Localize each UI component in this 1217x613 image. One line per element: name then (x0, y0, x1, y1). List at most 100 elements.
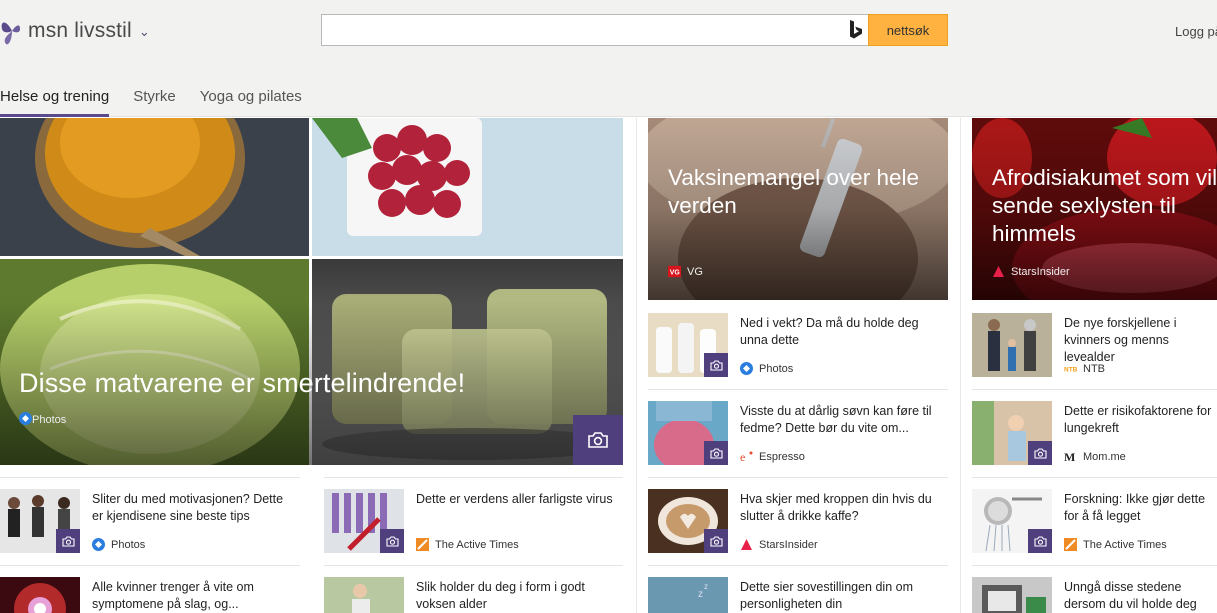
item-title: Hva skjer med kroppen din hvis du slutte… (740, 492, 932, 523)
column-divider (960, 118, 961, 613)
item-thumbnail (324, 577, 404, 613)
svg-text:VG: VG (670, 270, 680, 277)
tab-helse-og-trening[interactable]: Helse og trening (0, 82, 110, 117)
card-source-label: VG (687, 265, 703, 278)
item-title: Dette er verdens aller farligste virus (416, 492, 613, 506)
brand-name: msn livsstil (28, 19, 132, 42)
item-thumbnail (648, 401, 728, 465)
ntb-logo-icon: NTB (1064, 362, 1077, 375)
camera-icon (704, 529, 728, 553)
espresso-icon: e (740, 450, 753, 463)
hero-title[interactable]: Disse matvarene er smertelindrende! (19, 368, 465, 399)
web-search-button[interactable]: nettsøk (868, 14, 948, 46)
starsinsider-icon (992, 265, 1005, 278)
item-thumbnail: z z (648, 577, 728, 613)
item-source: Photos (740, 362, 793, 375)
item-source: Photos (92, 538, 145, 551)
item-source-label: NTB (1083, 362, 1105, 375)
card-source: StarsInsider (992, 265, 1070, 278)
item-title: Dette er risikofaktorene for lungekreft (1064, 404, 1212, 435)
item-source-label: Espresso (759, 450, 805, 463)
item-source: M Mom.me (1064, 450, 1126, 463)
card-title: Afrodisiakumet som vil sende sexlysten t… (992, 165, 1217, 246)
item-source: NTB NTB (1064, 362, 1105, 375)
camera-icon (380, 529, 404, 553)
item-source-label: The Active Times (1083, 538, 1167, 551)
column-divider (636, 118, 637, 613)
category-tabs: Helse og trening Styrke Yoga og pilates (0, 82, 326, 117)
hero-shade (0, 259, 623, 465)
card-title: Vaksinemangel over hele verden (668, 165, 919, 218)
item-title: Dette sier sovestillingen din om personl… (740, 580, 913, 611)
photos-icon (19, 412, 32, 428)
item-thumbnail (972, 401, 1052, 465)
divider (0, 477, 300, 478)
search-input[interactable] (321, 14, 868, 46)
svg-text:z: z (704, 582, 708, 591)
vg-logo-icon: VG (668, 265, 681, 278)
camera-icon (1028, 529, 1052, 553)
item-title: Alle kvinner trenger å vite om symptomen… (92, 580, 254, 611)
divider (648, 477, 948, 478)
item-title: De nye forskjellene i kvinners og menns … (1064, 316, 1177, 364)
item-title: Visste du at dårlig søvn kan føre til fe… (740, 404, 932, 435)
active-times-icon (416, 538, 429, 551)
mom-me-logo-icon: M (1064, 450, 1077, 463)
divider (0, 565, 300, 566)
search-bar: nettsøk (321, 14, 948, 46)
divider (324, 477, 623, 478)
tab-styrke[interactable]: Styrke (133, 82, 176, 117)
svg-text:M: M (1064, 450, 1075, 463)
photos-icon (92, 538, 105, 551)
starsinsider-icon (740, 538, 753, 551)
svg-text:e: e (740, 450, 745, 463)
tab-yoga-og-pilates[interactable]: Yoga og pilates (200, 82, 302, 117)
camera-icon (704, 441, 728, 465)
butterfly-icon (1, 22, 20, 45)
login-link[interactable]: Logg på (1175, 24, 1217, 39)
divider (972, 565, 1217, 566)
item-thumbnail (972, 489, 1052, 553)
item-thumbnail (648, 313, 728, 377)
item-source-label: Mom.me (1083, 450, 1126, 463)
divider (972, 477, 1217, 478)
camera-icon (704, 353, 728, 377)
featured-article-vaccine[interactable]: Vaksinemangel over hele verden VG VG (648, 118, 948, 300)
item-source-label: Photos (111, 538, 146, 551)
camera-icon[interactable] (573, 415, 623, 465)
chevron-down-icon[interactable]: ⌄ (139, 24, 150, 40)
divider (972, 389, 1217, 390)
msn-logo[interactable]: msn livsstil ⌄ (0, 14, 150, 48)
item-title: Sliter du med motivasjonen? Dette er kje… (92, 492, 284, 523)
divider (648, 565, 948, 566)
item-source: The Active Times (1064, 538, 1167, 551)
item-thumbnail (972, 313, 1052, 377)
item-title: Slik holder du deg i form i godt voksen … (416, 580, 585, 611)
featured-article-aphrodisiac[interactable]: Afrodisiakumet som vil sende sexlysten t… (972, 118, 1217, 300)
svg-text:NTB: NTB (1064, 366, 1077, 373)
camera-icon (1028, 441, 1052, 465)
item-thumbnail (0, 489, 80, 553)
bing-icon (850, 20, 862, 39)
item-source-label: StarsInsider (759, 538, 818, 551)
item-title: Ned i vekt? Da må du holde deg unna dett… (740, 316, 919, 347)
item-thumbnail (324, 489, 404, 553)
item-thumbnail (972, 577, 1052, 613)
item-thumbnail (648, 489, 728, 553)
svg-text:z: z (698, 589, 703, 600)
item-source: The Active Times (416, 538, 519, 551)
item-thumbnail (0, 577, 80, 613)
main-content: Disse matvarene er smertelindrende! Phot… (0, 118, 1217, 613)
raspberries-image (312, 118, 623, 256)
card-source: VG VG (668, 265, 703, 278)
divider (648, 389, 948, 390)
turmeric-image (0, 118, 309, 256)
hero-source: Photos (19, 412, 66, 428)
photos-icon (740, 362, 753, 375)
card-source-label: StarsInsider (1011, 265, 1070, 278)
item-title: Unngå disse stedene dersom du vil holde … (1064, 580, 1197, 611)
hero-source-label: Photos (32, 414, 67, 426)
hero-article[interactable]: Disse matvarene er smertelindrende! Phot… (0, 118, 623, 465)
item-source: StarsInsider (740, 538, 818, 551)
site-header: msn livsstil ⌄ nettsøk Logg på Helse og … (0, 0, 1217, 117)
